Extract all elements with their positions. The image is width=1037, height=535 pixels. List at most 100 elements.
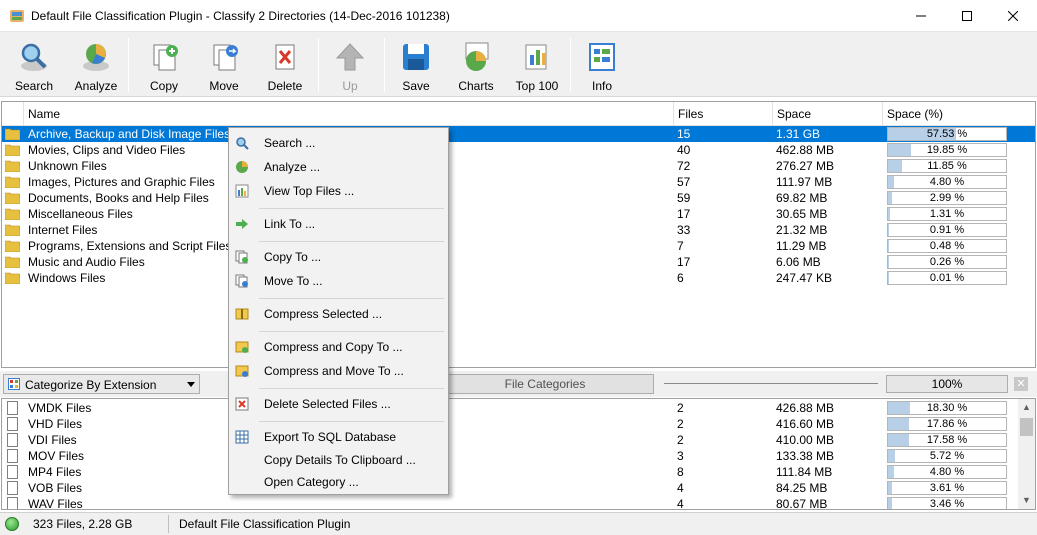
table-row[interactable]: VHD Files 2 416.60 MB 17.86 % [2,416,1035,432]
cell-files: 2 [677,417,684,431]
table-row[interactable]: Archive, Backup and Disk Image Files 15 1.… [2,126,1035,142]
context-menu: Search ... Analyze ... View Top Files ..… [228,127,449,495]
menu-export-sql[interactable]: Export To SQL Database [231,426,446,448]
scroll-up-icon[interactable]: ▲ [1018,399,1035,416]
info-button[interactable]: Info [587,38,617,94]
cell-space: 30.65 MB [776,207,828,221]
menu-link-to[interactable]: Link To ... [231,213,446,235]
space-percent-bar: 3.61 % [887,481,1007,495]
up-arrow-icon [335,43,365,71]
folder-icon [5,224,20,236]
table-row[interactable]: VDI Files 2 410.00 MB 17.58 % [2,432,1035,448]
table-row[interactable]: MOV Files 3 133.38 MB 5.72 % [2,448,1035,464]
save-button[interactable]: Save [399,38,433,94]
delete-icon [235,397,249,411]
menu-delete-selected[interactable]: Delete Selected Files ... [231,393,446,415]
space-percent-bar: 19.85 % [887,143,1007,157]
categories-table: Name Files Space Space (%) Archive, Back… [1,101,1036,368]
move-button[interactable]: Move [204,38,244,94]
categorize-dropdown[interactable]: Categorize By Extension [3,374,200,394]
table-row[interactable]: VMDK Files 2 426.88 MB 18.30 % [2,400,1035,416]
zoom-slider[interactable] [664,383,878,384]
minimize-button[interactable] [898,0,944,32]
cell-space: 276.27 MB [776,159,835,173]
scroll-down-icon[interactable]: ▼ [1018,492,1035,509]
menu-copy-details[interactable]: Copy Details To Clipboard ... [231,449,446,471]
category-bar: Categorize By Extension File Categories … [0,371,1037,397]
move-icon [213,44,238,71]
copy-icon [153,44,178,71]
table-row[interactable]: Unknown Files 72 276.27 MB 11.85 % [2,158,1035,174]
space-percent-value: 0.48 % [929,240,965,252]
file-categories-button[interactable]: File Categories [436,374,654,394]
menu-view-top-files[interactable]: View Top Files ... [231,180,446,202]
header-space-percent[interactable]: Space (%) [883,102,1035,126]
header-files[interactable]: Files [674,102,773,126]
close-button[interactable] [990,0,1036,32]
search-button[interactable]: Search [12,38,56,94]
menu-search[interactable]: Search ... [231,132,446,154]
analyze-icon [236,161,248,173]
table-row[interactable]: Programs, Extensions and Script Files 7 11… [2,238,1035,254]
status-plugin: Default File Classification Plugin [179,517,351,531]
cell-space: 21.32 MB [776,223,828,237]
cell-files: 8 [677,465,684,479]
menu-separator [259,331,444,332]
maximize-button[interactable] [944,0,990,32]
menu-copy-to[interactable]: Copy To ... [231,246,446,268]
space-percent-value: 0.26 % [929,256,965,268]
table-row[interactable]: WAV Files 4 80.67 MB 3.46 % [2,496,1035,509]
zoom-level[interactable]: 100% [886,375,1008,393]
table-row[interactable]: Images, Pictures and Graphic Files 57 111.… [2,174,1035,190]
table-row[interactable]: Music and Audio Files 17 6.06 MB 0.26 % [2,254,1035,270]
space-percent-fill [888,240,889,252]
up-button[interactable]: Up [333,38,367,94]
cell-files: 2 [677,433,684,447]
menu-open-category[interactable]: Open Category ... [231,471,446,493]
title-bar: Default File Classification Plugin - Cla… [0,0,1037,32]
space-percent-bar: 0.91 % [887,223,1007,237]
table-header: Name Files Space Space (%) [2,102,1035,126]
menu-compress-copy[interactable]: Compress and Copy To ... [231,336,446,358]
toolbar-separator [384,38,385,92]
cell-files: 33 [677,223,691,237]
close-panel-button[interactable]: ✕ [1014,377,1028,391]
charts-button[interactable]: Charts [457,38,495,94]
space-percent-fill [888,144,911,156]
space-percent-bar: 0.01 % [887,271,1007,285]
table-row[interactable]: Miscellaneous Files 17 30.65 MB 1.31 % [2,206,1035,222]
copy-button[interactable]: Copy [145,38,183,94]
cell-files: 72 [677,159,691,173]
space-percent-fill [888,176,894,188]
scroll-thumb[interactable] [1020,418,1033,436]
cell-files: 15 [677,127,691,141]
copy-icon [235,250,248,264]
space-percent-fill [888,482,892,494]
table-row[interactable]: VOB Files 4 84.25 MB 3.61 % [2,480,1035,496]
menu-compress-move[interactable]: Compress and Move To ... [231,360,446,382]
space-percent-value: 4.80 % [929,466,965,478]
vertical-scrollbar[interactable]: ▲ ▼ [1018,399,1035,509]
table-row[interactable]: Movies, Clips and Video Files 40 462.88 MB… [2,142,1035,158]
space-percent-bar: 5.72 % [887,449,1007,463]
top100-button[interactable]: Top 100 [515,38,559,94]
chevron-down-icon [187,382,195,387]
table-row[interactable]: Windows Files 6 247.47 KB 0.01 % [2,270,1035,286]
space-percent-value: 2.99 % [929,192,965,204]
delete-button[interactable]: Delete [264,38,306,94]
menu-analyze[interactable]: Analyze ... [231,156,446,178]
file-icon [7,401,18,415]
table-row[interactable]: Documents, Books and Help Files 59 69.82 M… [2,190,1035,206]
analyze-button[interactable]: Analyze [73,38,119,94]
table-row[interactable]: Internet Files 33 21.32 MB 0.91 % [2,222,1035,238]
cell-space: 1.31 GB [776,127,821,141]
cell-files: 4 [677,481,684,495]
menu-move-to[interactable]: Move To ... [231,270,446,292]
menu-compress-selected[interactable]: Compress Selected ... [231,303,446,325]
header-space[interactable]: Space [773,102,883,126]
table-row[interactable]: MP4 Files 8 111.84 MB 4.80 % [2,464,1035,480]
cell-space: 11.29 MB [776,239,827,253]
compress-move-icon [235,365,249,377]
top-files-icon [235,184,249,198]
header-name[interactable]: Name [24,102,674,126]
